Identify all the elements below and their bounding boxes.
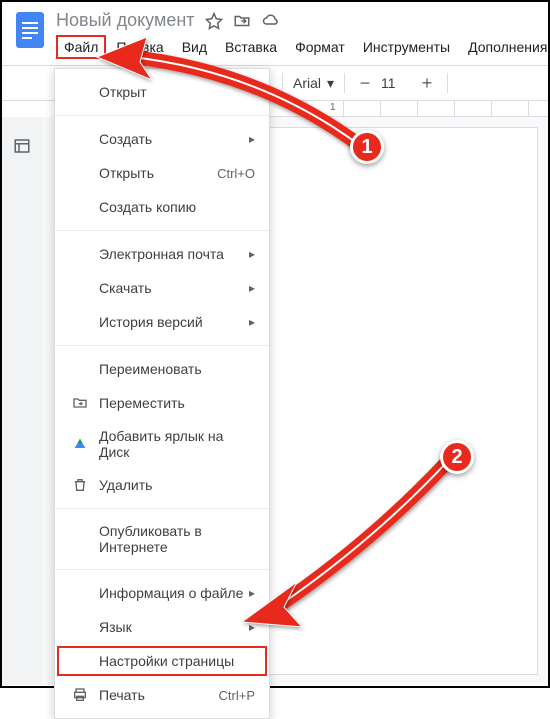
trash-icon bbox=[69, 477, 91, 493]
menu-publish[interactable]: Опубликовать в Интернете bbox=[55, 515, 269, 563]
menu-print[interactable]: ПечатьCtrl+P bbox=[55, 678, 269, 712]
submenu-arrow-icon: ▸ bbox=[249, 620, 255, 634]
menu-email[interactable]: Электронная почта▸ bbox=[55, 237, 269, 271]
outline-icon[interactable] bbox=[13, 137, 31, 685]
menu-create[interactable]: Создать▸ bbox=[55, 122, 269, 156]
menu-addons[interactable]: Дополнения bbox=[460, 35, 550, 59]
file-menu-dropdown: Открыт Создать▸ ОткрытьCtrl+O Создать ко… bbox=[54, 68, 270, 719]
submenu-arrow-icon: ▸ bbox=[249, 315, 255, 329]
menu-rename[interactable]: Переименовать bbox=[55, 352, 269, 386]
font-size-field[interactable]: 11 bbox=[381, 75, 411, 91]
font-selector[interactable]: Arial ▾ bbox=[293, 75, 334, 92]
menu-view[interactable]: Вид bbox=[174, 35, 215, 59]
menu-make-copy[interactable]: Создать копию bbox=[55, 190, 269, 224]
menu-tools[interactable]: Инструменты bbox=[355, 35, 458, 59]
menubar: Файл Правка Вид Вставка Формат Инструмен… bbox=[56, 35, 550, 59]
menu-open[interactable]: ОткрытьCtrl+O bbox=[55, 156, 269, 190]
menu-file[interactable]: Файл bbox=[56, 35, 106, 59]
menu-download[interactable]: Скачать▸ bbox=[55, 271, 269, 305]
menu-format[interactable]: Формат bbox=[287, 35, 353, 59]
submenu-arrow-icon: ▸ bbox=[249, 586, 255, 600]
font-size-decrease[interactable]: − bbox=[355, 73, 375, 93]
menu-edit[interactable]: Правка bbox=[108, 35, 171, 59]
menu-move[interactable]: Переместить bbox=[55, 386, 269, 420]
move-icon[interactable] bbox=[233, 12, 251, 30]
document-title[interactable]: Новый документ bbox=[56, 10, 195, 31]
submenu-arrow-icon: ▸ bbox=[249, 132, 255, 146]
drive-icon bbox=[69, 436, 91, 452]
ruler bbox=[270, 101, 548, 117]
menu-delete[interactable]: Удалить bbox=[55, 468, 269, 502]
menu-info[interactable]: Информация о файле▸ bbox=[55, 576, 269, 610]
menu-history[interactable]: История версий▸ bbox=[55, 305, 269, 339]
menu-add-drive[interactable]: Добавить ярлык на Диск bbox=[55, 420, 269, 468]
font-size-increase[interactable]: + bbox=[417, 73, 437, 93]
font-name: Arial bbox=[293, 75, 321, 91]
cloud-icon[interactable] bbox=[261, 12, 281, 30]
submenu-arrow-icon: ▸ bbox=[249, 247, 255, 261]
menu-language[interactable]: Язык▸ bbox=[55, 610, 269, 644]
outline-sidebar bbox=[2, 117, 42, 685]
menu-insert[interactable]: Вставка bbox=[217, 35, 285, 59]
menu-open-truncated[interactable]: Открыт bbox=[55, 75, 269, 109]
submenu-arrow-icon: ▸ bbox=[249, 281, 255, 295]
chevron-down-icon: ▾ bbox=[327, 75, 334, 92]
callout-badge-2: 2 bbox=[440, 440, 474, 474]
menu-page-setup[interactable]: Настройки страницы bbox=[55, 644, 269, 678]
print-icon bbox=[69, 687, 91, 703]
folder-move-icon bbox=[69, 395, 91, 411]
docs-logo-icon bbox=[14, 10, 46, 50]
callout-badge-1: 1 bbox=[350, 130, 384, 164]
star-icon[interactable] bbox=[205, 12, 223, 30]
